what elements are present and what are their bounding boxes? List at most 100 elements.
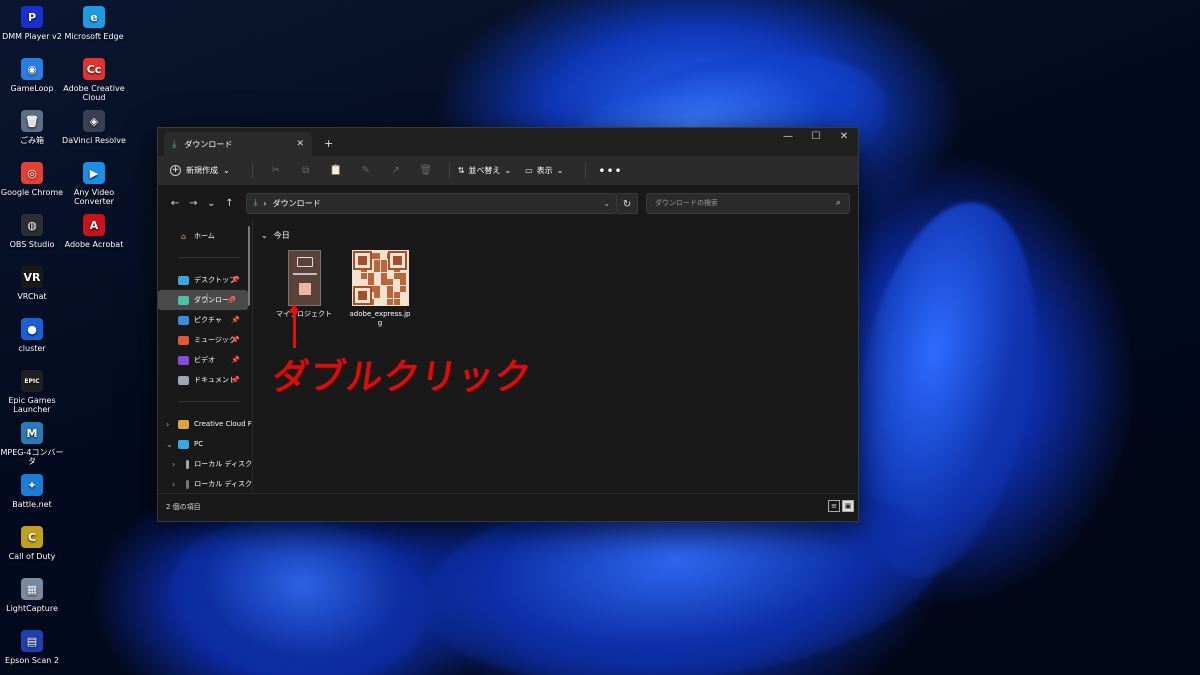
desktop-icon-label: DaVinci Resolve: [62, 136, 126, 145]
annotation-text: ダブルクリック: [269, 357, 535, 398]
group-header-today[interactable]: ⌄ 今日: [259, 224, 858, 246]
chevron-icon[interactable]: ⌄: [166, 440, 173, 449]
desktop-icon[interactable]: ▶ Any Video Converter: [62, 162, 126, 206]
desktop-icon[interactable]: ▦ LightCapture: [0, 578, 64, 613]
desktop-icon[interactable]: VR VRChat: [0, 266, 64, 301]
new-button[interactable]: + 新規作成 ⌄: [170, 165, 230, 176]
tree-item-label: PC: [194, 440, 204, 448]
sidebar-item-home[interactable]: ⌂ ホーム: [158, 226, 252, 246]
drive-icon: [186, 479, 190, 489]
sidebar-item[interactable]: ピクチャ 📌: [158, 310, 252, 330]
chevron-down-icon: ⌄: [504, 166, 512, 175]
chevron-icon[interactable]: ›: [166, 420, 169, 429]
cut-icon[interactable]: ✂: [261, 165, 291, 176]
desktop-icon[interactable]: 🗑 ごみ箱: [0, 110, 64, 145]
more-options-icon[interactable]: •••: [598, 164, 622, 178]
navigation-pane: ⌂ ホーム デスクトップ 📌 ダウンロード 📌 ピクチャ 📌 ミュージック 📌 ビデオ 📌 ドキュメ…: [158, 220, 253, 493]
pin-icon: 📌: [231, 376, 240, 384]
scrollbar[interactable]: [248, 226, 250, 306]
search-placeholder: ダウンロードの検索: [655, 199, 719, 207]
sidebar-item[interactable]: ドキュメント 📌: [158, 370, 252, 390]
sort-button[interactable]: ⇅ 並べ替え ⌄: [458, 165, 511, 176]
search-input[interactable]: ダウンロードの検索 ⌕: [646, 192, 850, 214]
drive-icon: [186, 459, 190, 469]
desktop-icon[interactable]: ✦ Battle.net: [0, 474, 64, 509]
desktop-icon[interactable]: A Adobe Acrobat: [62, 214, 126, 249]
app-icon: ▤: [21, 630, 43, 652]
app-icon: ◈: [83, 110, 105, 132]
file-item-adobe-express[interactable]: adobe_express.jpg: [349, 250, 411, 328]
close-tab-icon[interactable]: ✕: [296, 139, 304, 149]
close-window-button[interactable]: ✕: [830, 128, 858, 146]
up-arrow-icon[interactable]: ↑: [220, 198, 238, 209]
drive-icon: [178, 419, 189, 429]
address-bar[interactable]: ⤓ › ダウンロード ⌄: [246, 192, 618, 214]
desktop-icon[interactable]: ◉ GameLoop: [0, 58, 64, 93]
folder-icon: [178, 275, 189, 285]
app-icon: M: [21, 422, 43, 444]
desktop-icon-label: Adobe Creative Cloud: [63, 84, 125, 102]
view-button[interactable]: ▭ 表示 ⌄: [525, 165, 563, 176]
sidebar-item[interactable]: デスクトップ 📌: [158, 270, 252, 290]
divider: [585, 162, 587, 179]
forward-arrow-icon[interactable]: →: [184, 198, 202, 209]
chevron-icon[interactable]: ›: [172, 480, 175, 489]
paste-icon[interactable]: 📋: [321, 165, 351, 176]
sidebar-item[interactable]: ミュージック 📌: [158, 330, 252, 350]
file-grid: マイプロジェクト adobe_express.jpg: [259, 246, 858, 328]
file-item-project[interactable]: マイプロジェクト: [273, 250, 335, 328]
tree-item-label: Creative Cloud F: [194, 420, 252, 428]
minimize-button[interactable]: —: [774, 128, 802, 146]
tree-item[interactable]: ⌄ PC: [158, 434, 252, 454]
desktop-icon[interactable]: ◎ Google Chrome: [0, 162, 64, 197]
desktop-icon[interactable]: Cc Adobe Creative Cloud: [62, 58, 126, 102]
desktop-icon-label: OBS Studio: [9, 240, 55, 249]
refresh-icon[interactable]: ↻: [617, 192, 639, 214]
folder-icon: [178, 375, 189, 385]
chevron-down-icon[interactable]: ⌄: [603, 199, 610, 208]
desktop-icon[interactable]: ◍ OBS Studio: [0, 214, 64, 249]
mouse-pointer-icon: ☝: [201, 292, 209, 307]
tree-item[interactable]: › ローカル ディスク: [158, 454, 252, 474]
file-name: マイプロジェクト: [276, 310, 332, 318]
details-view-icon[interactable]: ≡: [828, 500, 840, 512]
delete-icon[interactable]: 🗑: [411, 165, 441, 176]
tab-downloads[interactable]: ⤓ ダウンロード ✕: [164, 132, 312, 156]
item-count: 2 個の項目: [166, 502, 201, 511]
app-icon: EPIC: [21, 370, 43, 392]
tab-title: ダウンロード: [184, 139, 233, 149]
folder-icon: [178, 355, 189, 365]
sidebar-item[interactable]: ビデオ 📌: [158, 350, 252, 370]
maximize-button[interactable]: ☐: [802, 128, 830, 146]
back-arrow-icon[interactable]: ←: [166, 198, 184, 209]
share-icon[interactable]: ↗: [381, 165, 411, 176]
desktop-icon-label: Microsoft Edge: [64, 32, 124, 41]
copy-icon[interactable]: ⧉: [291, 165, 321, 176]
desktop-icon[interactable]: ◈ DaVinci Resolve: [62, 110, 126, 145]
sort-label: 並べ替え: [468, 166, 501, 175]
recent-chevron-icon[interactable]: ⌄: [202, 198, 220, 209]
desktop-icon[interactable]: ▤ Epson Scan 2: [0, 630, 64, 665]
tree-item[interactable]: › ローカル ディスク: [158, 474, 252, 493]
tree-item[interactable]: › Creative Cloud F: [158, 414, 252, 434]
app-icon: ▶: [83, 162, 105, 184]
view-toggle: ≡ ▣: [828, 500, 854, 512]
title-bar[interactable]: ⤓ ダウンロード ✕ + — ☐ ✕: [158, 128, 858, 156]
search-icon[interactable]: ⌕: [836, 198, 841, 208]
chevron-icon[interactable]: ›: [172, 460, 175, 469]
desktop-icon[interactable]: e Microsoft Edge: [62, 6, 126, 41]
desktop-icon[interactable]: M MPEG-4コンバータ: [0, 422, 64, 466]
large-icons-view-icon[interactable]: ▣: [842, 500, 854, 512]
breadcrumb[interactable]: ダウンロード: [273, 198, 598, 209]
rename-icon[interactable]: ✎: [351, 165, 381, 176]
desktop-icon[interactable]: ● cluster: [0, 318, 64, 353]
desktop-icon[interactable]: C Call of Duty: [0, 526, 64, 561]
desktop-icon[interactable]: P DMM Player v2: [0, 6, 64, 41]
new-tab-button[interactable]: +: [324, 137, 333, 150]
command-bar: + 新規作成 ⌄ ✂ ⧉ 📋 ✎ ↗ 🗑 ⇅ 並べ替え ⌄ ▭ 表示 ⌄ •••: [158, 156, 858, 186]
desktop-icon[interactable]: EPIC Epic Games Launcher: [0, 370, 64, 414]
new-button-label: 新規作成: [186, 166, 218, 175]
desktop-icon-label: Epic Games Launcher: [8, 396, 56, 414]
download-icon: ⤓: [172, 138, 177, 150]
chevron-down-icon: ⌄: [556, 166, 564, 175]
